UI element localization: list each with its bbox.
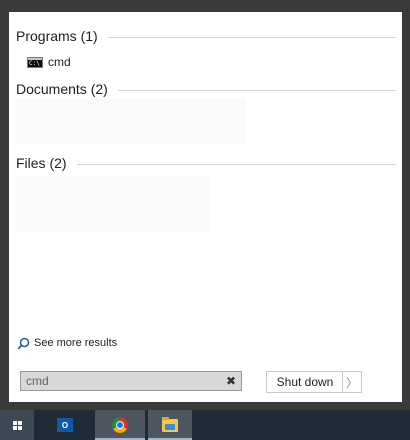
section-divider: [107, 36, 396, 38]
search-results-panel: Programs (1) C:\ cmd Documents (2) Files…: [9, 12, 402, 330]
see-more-results-link[interactable]: See more results: [17, 336, 118, 350]
documents-results-area: [16, 98, 246, 144]
outlook-glyph: O: [61, 420, 69, 430]
files-results-area: [16, 176, 210, 232]
search-icon: [17, 337, 30, 349]
file-explorer-icon: [162, 416, 178, 432]
section-divider: [76, 163, 396, 165]
taskbar: O: [0, 410, 410, 440]
shutdown-button[interactable]: Shut down: [266, 371, 344, 393]
files-header-label: Files (2): [16, 155, 67, 171]
taskbar-app-chrome[interactable]: [95, 410, 145, 440]
section-divider: [117, 89, 396, 91]
shutdown-options-chevron-icon[interactable]: 〉: [342, 371, 362, 393]
search-input[interactable]: [21, 372, 223, 390]
search-box[interactable]: ✖: [20, 371, 242, 391]
documents-section-header: Documents (2): [16, 79, 396, 99]
start-menu: Programs (1) C:\ cmd Documents (2) Files…: [0, 0, 410, 410]
start-menu-bottom-bar: ✖ Shut down 〉: [9, 356, 402, 402]
programs-section-header: Programs (1): [16, 26, 396, 46]
clear-search-icon[interactable]: ✖: [223, 373, 239, 389]
taskbar-app-file-explorer[interactable]: [148, 410, 192, 440]
see-more-label: See more results: [34, 337, 118, 349]
command-prompt-icon: C:\: [27, 56, 43, 68]
windows-logo-icon: [12, 420, 22, 430]
documents-header-label: Documents (2): [16, 81, 108, 97]
result-item-cmd[interactable]: C:\ cmd: [27, 53, 71, 71]
programs-header-label: Programs (1): [16, 28, 98, 44]
result-item-label: cmd: [48, 55, 71, 69]
start-button[interactable]: [0, 410, 34, 440]
chrome-icon: [112, 417, 128, 433]
outlook-icon: O: [57, 418, 73, 432]
files-section-header: Files (2): [16, 153, 396, 173]
taskbar-app-outlook[interactable]: O: [52, 410, 78, 440]
